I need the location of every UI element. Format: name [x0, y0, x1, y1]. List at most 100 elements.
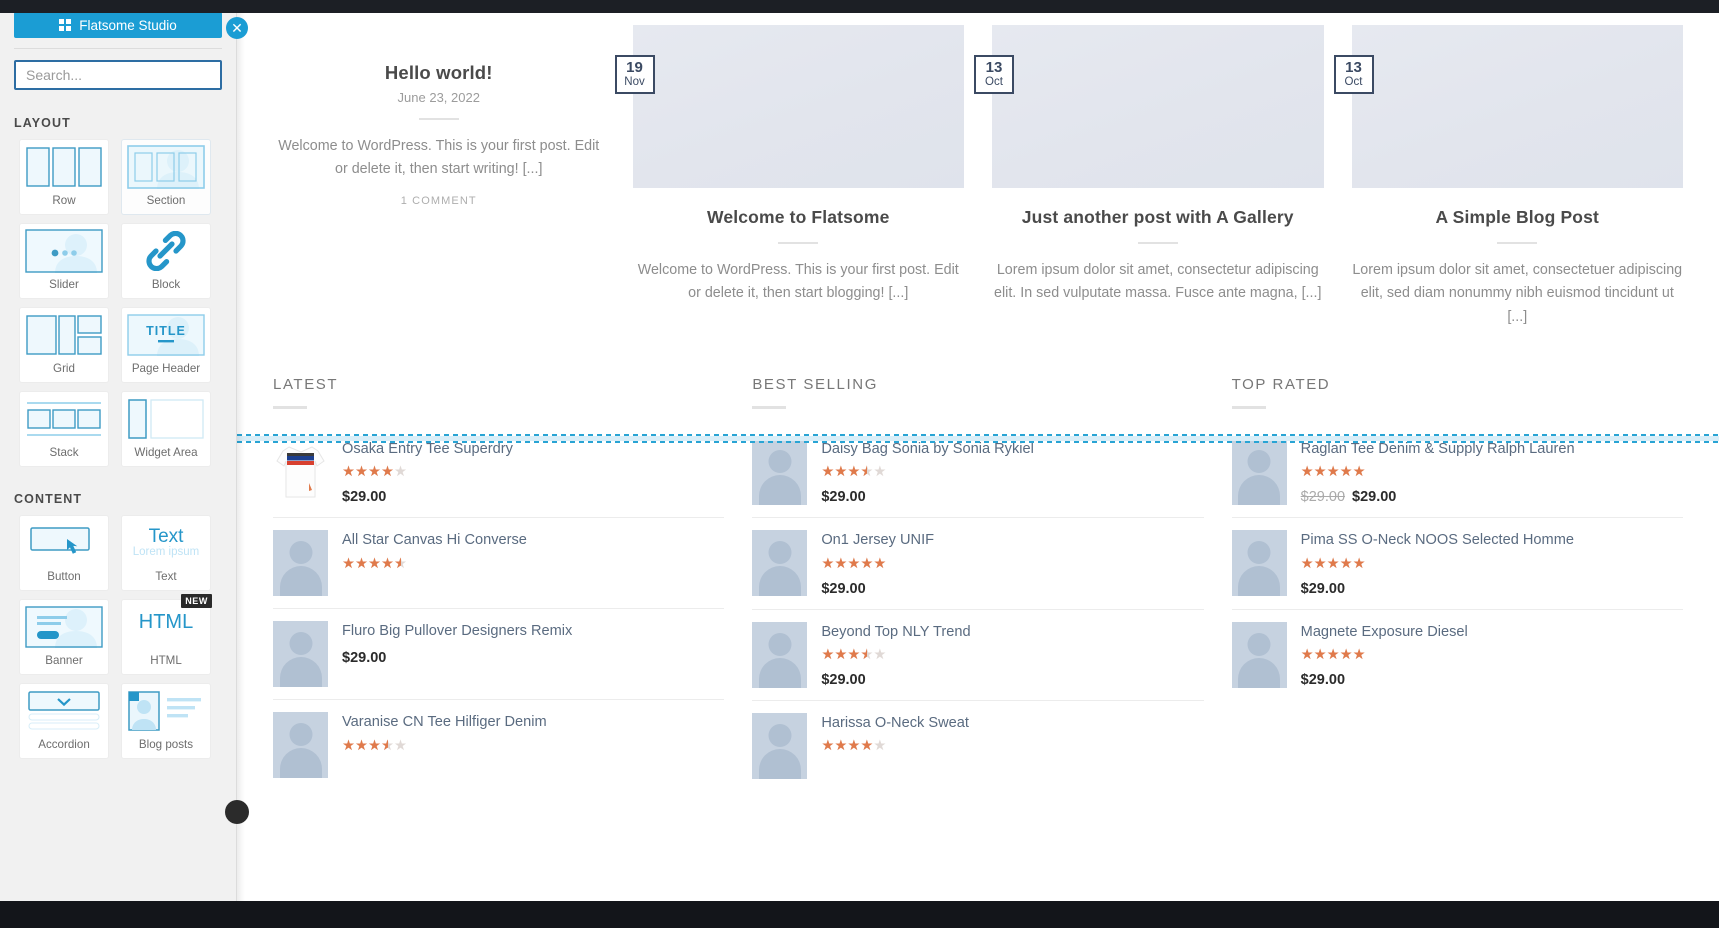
- title-divider: [1137, 242, 1178, 245]
- product-thumbnail[interactable]: [752, 621, 808, 688]
- widget-area-icon: [122, 392, 210, 446]
- product-price: $29.00: [342, 489, 387, 506]
- studio-tile-label: HTML: [150, 654, 182, 667]
- studio-tile-banner[interactable]: Banner: [20, 600, 108, 674]
- post-comment-count[interactable]: 1 COMMENT: [273, 195, 605, 207]
- post-thumbnail-wrap[interactable]: 13 Oct: [974, 25, 1324, 188]
- svg-text:Lorem ipsum: Lorem ipsum: [133, 546, 199, 558]
- browser-chrome-bottom: [0, 901, 1719, 928]
- post-date-badge: 19 Nov: [614, 55, 655, 94]
- product-thumbnail[interactable]: [752, 530, 808, 597]
- stars-filled: ★★★★★: [1300, 465, 1366, 480]
- studio-tile-html[interactable]: HTML NEW HTML: [122, 594, 212, 674]
- post-excerpt: Lorem ipsum dolor sit amet, consectetuer…: [1352, 262, 1683, 325]
- product-list-item[interactable]: Harissa O-Neck Sweat ★★★★★ ★★★★★: [752, 701, 1203, 791]
- product-info: All Star Canvas Hi Converse ★★★★★ ★★★★★: [342, 530, 724, 596]
- rating-stars: ★★★★★ ★★★★★: [1301, 648, 1366, 663]
- product-list-item[interactable]: Pima SS O-Neck NOOS Selected Homme ★★★★★…: [1231, 518, 1683, 610]
- product-info: Daisy Bag Sonia by Sonia Rykiel ★★★★★ ★★…: [821, 439, 1203, 505]
- product-info: Beyond Top NLY Trend ★★★★★ ★★★★★ $29.00: [821, 622, 1203, 688]
- blog-post-card[interactable]: Hello world! June 23, 2022 Welcome to Wo…: [273, 25, 605, 329]
- product-price: $29.00: [342, 649, 387, 666]
- latest-news-grid: Hello world! June 23, 2022 Welcome to Wo…: [237, 13, 1719, 329]
- badge-month: Nov: [624, 76, 645, 88]
- product-thumbnail[interactable]: [273, 530, 328, 597]
- drag-drop-indicator: [237, 434, 1719, 443]
- page-canvas[interactable]: LATEST NEWS Hello world! June 23, 2022 W…: [237, 13, 1719, 901]
- product-list-item[interactable]: On1 Jersey UNIF ★★★★★ ★★★★★ $29.00: [752, 518, 1204, 610]
- post-title[interactable]: Welcome to Flatsome: [633, 206, 965, 229]
- studio-tile-section[interactable]: Section: [122, 140, 210, 214]
- post-thumbnail-image[interactable]: [1351, 25, 1683, 188]
- product-thumbnail[interactable]: [273, 438, 328, 505]
- post-title[interactable]: A Simple Blog Post: [1352, 206, 1684, 229]
- search-input[interactable]: [24, 66, 212, 84]
- product-info: Raglan Tee Denim & Supply Ralph Lauren ★…: [1301, 439, 1683, 505]
- studio-tile-widget-area[interactable]: Widget Area: [122, 392, 210, 466]
- product-thumbnail[interactable]: [1231, 438, 1287, 505]
- studio-tile-grid: Button Text Lorem ipsum Text Banner HTML NE…: [20, 516, 236, 758]
- flatsome-studio-button[interactable]: Flatsome Studio: [14, 12, 222, 38]
- studio-tile-text[interactable]: Text Lorem ipsum Text: [122, 516, 210, 590]
- product-thumbnail[interactable]: [273, 621, 328, 688]
- product-name[interactable]: Harissa O-Neck Sweat: [821, 714, 1203, 733]
- studio-tile-grid[interactable]: Grid: [20, 308, 108, 382]
- panel-toggle-handle[interactable]: [225, 800, 249, 824]
- canvas-shadow-edge: [237, 13, 245, 901]
- product-list-item[interactable]: All Star Canvas Hi Converse ★★★★★ ★★★★★: [273, 518, 725, 610]
- product-name[interactable]: Beyond Top NLY Trend: [821, 623, 1203, 642]
- search-field-wrap[interactable]: [14, 60, 222, 90]
- product-thumbnail[interactable]: [752, 438, 808, 505]
- title-divider: [418, 117, 459, 120]
- studio-button-label: Flatsome Studio: [79, 17, 177, 33]
- heading-underline: [273, 405, 307, 409]
- product-thumbnail[interactable]: [1231, 530, 1287, 597]
- studio-tile-slider[interactable]: Slider: [20, 224, 108, 298]
- rating-stars: ★★★★★ ★★★★★: [1301, 465, 1366, 480]
- blog-post-card[interactable]: 19 Nov Welcome to Flatsome Welcome to Wo…: [614, 25, 965, 329]
- post-thumbnail-image[interactable]: [992, 25, 1324, 188]
- grid-layout-icon: [20, 308, 108, 362]
- banner-icon: [20, 600, 108, 654]
- product-name[interactable]: Fluro Big Pullover Designers Remix: [342, 622, 724, 641]
- post-title[interactable]: Hello world!: [273, 61, 605, 86]
- product-name[interactable]: Magnete Exposure Diesel: [1301, 623, 1683, 642]
- rating-stars: ★★★★★ ★★★★★: [342, 556, 407, 572]
- studio-tile-row[interactable]: Row: [20, 140, 108, 214]
- product-list-item[interactable]: Magnete Exposure Diesel ★★★★★ ★★★★★ $29.…: [1231, 610, 1683, 700]
- product-thumbnail[interactable]: [1231, 621, 1287, 688]
- stars-filled: ★★★★★: [342, 465, 394, 480]
- product-thumbnail[interactable]: [273, 712, 328, 779]
- panel-divider: [14, 48, 222, 49]
- studio-tile-accordion[interactable]: Accordion: [20, 684, 108, 758]
- close-icon[interactable]: ✕: [226, 17, 248, 39]
- rating-stars: ★★★★★ ★★★★★: [821, 556, 886, 572]
- product-list-item[interactable]: Varanise CN Tee Hilfiger Denim ★★★★★ ★★★…: [273, 700, 724, 790]
- columns-icon: [20, 140, 108, 194]
- page-header-icon: TITLE: [122, 308, 210, 362]
- title-divider: [1497, 242, 1538, 245]
- product-name[interactable]: All Star Canvas Hi Converse: [342, 531, 724, 550]
- title-divider: [778, 242, 819, 245]
- studio-tile-button[interactable]: Button: [20, 516, 108, 590]
- blog-post-card[interactable]: 13 Oct Just another post with A Gallery …: [974, 25, 1324, 329]
- product-thumbnail[interactable]: [752, 712, 808, 779]
- post-thumbnail-wrap[interactable]: 19 Nov: [614, 25, 964, 188]
- rating-stars: ★★★★★ ★★★★★: [1301, 556, 1366, 572]
- post-title[interactable]: Just another post with A Gallery: [992, 206, 1324, 229]
- product-name[interactable]: On1 Jersey UNIF: [821, 531, 1203, 550]
- rating-stars: ★★★★★ ★★★★★: [821, 739, 886, 754]
- post-thumbnail-image[interactable]: [632, 25, 964, 188]
- post-thumbnail-wrap[interactable]: 13 Oct: [1333, 25, 1683, 188]
- svg-text:HTML: HTML: [139, 611, 193, 633]
- product-list-item[interactable]: Beyond Top NLY Trend ★★★★★ ★★★★★ $29.00: [752, 610, 1204, 701]
- product-name[interactable]: Varanise CN Tee Hilfiger Denim: [342, 713, 724, 732]
- studio-tile-blog-posts[interactable]: Blog posts: [122, 684, 210, 758]
- rating-stars: ★★★★★ ★★★★★: [342, 465, 407, 480]
- product-list-item[interactable]: Fluro Big Pullover Designers Remix $29.0…: [273, 609, 725, 701]
- studio-tile-stack[interactable]: Stack: [20, 392, 108, 466]
- blog-post-card[interactable]: 13 Oct A Simple Blog Post Lorem ipsum do…: [1333, 25, 1684, 329]
- studio-tile-block[interactable]: Block: [122, 224, 210, 298]
- studio-tile-page-header[interactable]: TITLE Page Header: [122, 308, 210, 382]
- product-name[interactable]: Pima SS O-Neck NOOS Selected Homme: [1301, 531, 1683, 550]
